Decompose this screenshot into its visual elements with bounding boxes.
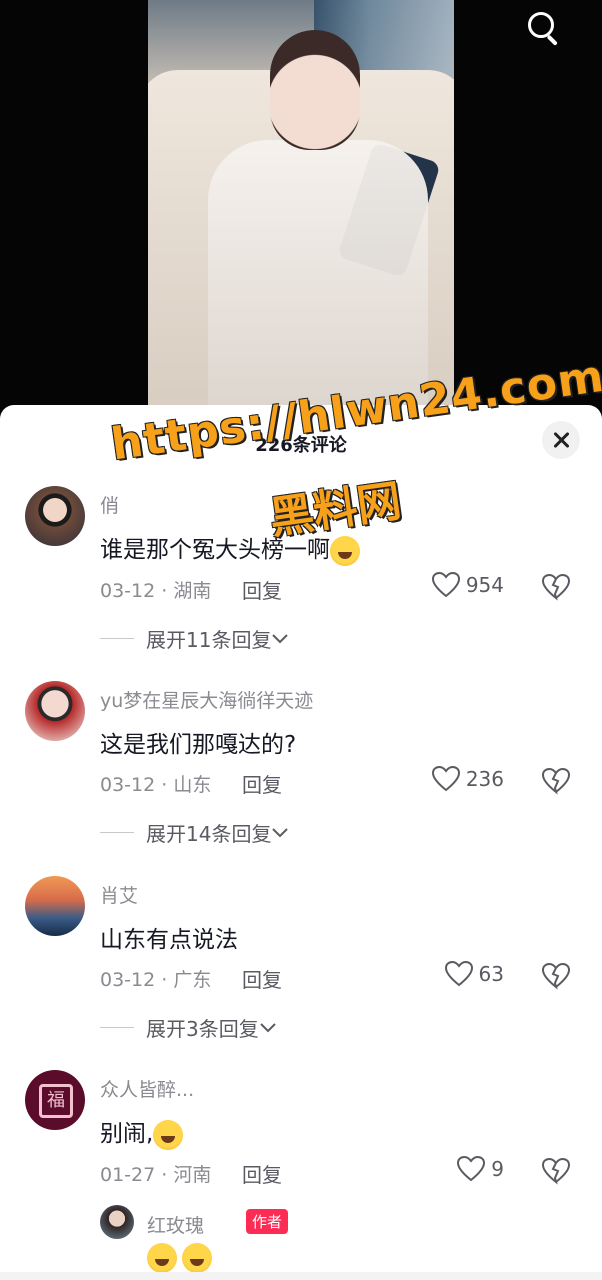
broken-heart-icon[interactable] bbox=[542, 962, 570, 990]
avatar[interactable] bbox=[25, 681, 85, 741]
avatar[interactable] bbox=[100, 1205, 134, 1239]
person-face bbox=[270, 30, 360, 150]
avatar[interactable] bbox=[25, 486, 85, 546]
pleading-emoji-icon bbox=[153, 1119, 184, 1150]
expand-replies-button[interactable]: 展开14条回复 bbox=[100, 818, 289, 847]
avatar[interactable]: 福 bbox=[25, 1070, 85, 1130]
search-icon[interactable] bbox=[526, 10, 562, 46]
like-count: 236 bbox=[465, 767, 504, 791]
reply-button[interactable]: 回复 bbox=[242, 575, 282, 604]
comment-meta: 03-12 · 山东 bbox=[100, 774, 212, 796]
comment-text: 山东有点说法 bbox=[100, 927, 238, 953]
comment-username[interactable]: 俏 bbox=[100, 491, 119, 518]
like-count: 63 bbox=[478, 962, 504, 986]
heart-icon bbox=[444, 961, 473, 987]
broken-heart-icon[interactable] bbox=[542, 573, 570, 601]
like-count: 954 bbox=[465, 573, 504, 597]
comment-meta: 03-12 · 广东 bbox=[100, 969, 212, 991]
heart-icon bbox=[457, 1156, 486, 1182]
comment-meta: 03-12 · 湖南 bbox=[100, 580, 212, 602]
like-button[interactable]: 9 bbox=[457, 1156, 504, 1182]
comment-text: 别闹, bbox=[100, 1114, 184, 1150]
reply-button[interactable]: 回复 bbox=[242, 1159, 282, 1188]
chevron-down-icon bbox=[260, 1022, 276, 1032]
chevron-down-icon bbox=[272, 827, 289, 837]
close-icon[interactable] bbox=[542, 421, 580, 459]
heart-icon bbox=[431, 572, 460, 598]
reply-button[interactable]: 回复 bbox=[242, 964, 282, 993]
comment-text: 这是我们那嘎达的? bbox=[100, 732, 297, 758]
comment-username[interactable]: 肖艾 bbox=[100, 881, 138, 908]
video-frame bbox=[148, 0, 454, 405]
comment-username[interactable]: yu梦在星辰大海徜徉天迹 bbox=[100, 686, 313, 713]
bottom-bar bbox=[0, 1272, 602, 1280]
avatar[interactable] bbox=[25, 876, 85, 936]
reply-username[interactable]: 红玫瑰 bbox=[147, 1211, 204, 1238]
comment-username[interactable]: 众人皆醉... bbox=[100, 1075, 194, 1102]
laughing-emoji-icon bbox=[182, 1243, 213, 1273]
video-player[interactable] bbox=[0, 0, 602, 420]
reply-button[interactable]: 回复 bbox=[242, 769, 282, 798]
like-button[interactable]: 954 bbox=[431, 572, 504, 598]
laughing-emoji-icon bbox=[330, 535, 360, 566]
comment-meta: 01-27 · 河南 bbox=[100, 1164, 212, 1186]
laughing-emoji-icon bbox=[147, 1243, 177, 1273]
chevron-down-icon bbox=[272, 633, 289, 643]
like-button[interactable]: 63 bbox=[444, 961, 504, 987]
broken-heart-icon[interactable] bbox=[542, 1157, 570, 1185]
expand-replies-button[interactable]: 展开3条回复 bbox=[100, 1013, 277, 1042]
expand-replies-button[interactable]: 展开11条回复 bbox=[100, 624, 289, 653]
heart-icon bbox=[431, 766, 460, 792]
author-badge: 作者 bbox=[246, 1209, 289, 1234]
like-button[interactable]: 236 bbox=[431, 766, 504, 792]
like-count: 9 bbox=[491, 1157, 504, 1181]
person-dress bbox=[208, 140, 428, 405]
broken-heart-icon[interactable] bbox=[542, 767, 570, 795]
reply-text bbox=[147, 1243, 213, 1273]
